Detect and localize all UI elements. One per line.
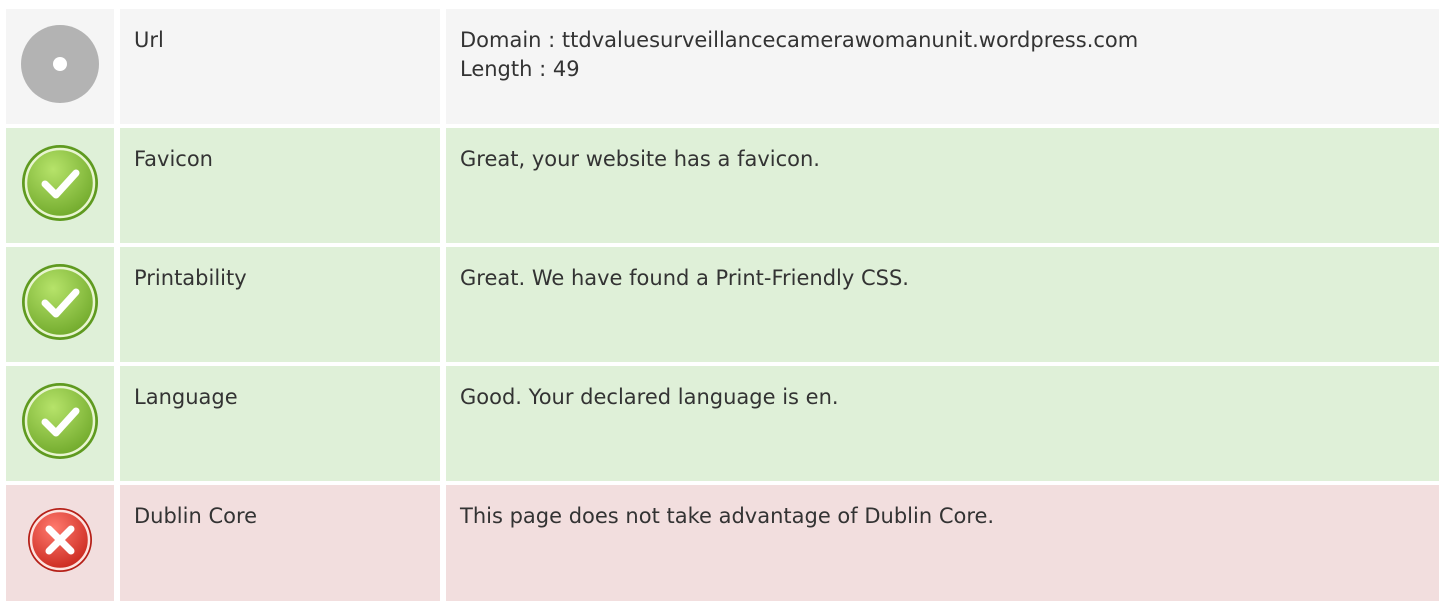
info-neutral-icon [21, 25, 99, 103]
language-message: Good. Your declared language is en. [460, 385, 839, 409]
row-value: Domain : ttdvaluesurveillancecamerawoman… [446, 9, 1439, 124]
check-circle-icon [22, 383, 98, 459]
status-icon-cell [6, 366, 114, 481]
status-icon-cell [6, 128, 114, 243]
url-domain-text: Domain : ttdvaluesurveillancecamerawoman… [460, 28, 1139, 52]
result-row-language: Language Good. Your declared language is… [6, 366, 1439, 481]
favicon-message: Great, your website has a favicon. [460, 147, 820, 171]
result-row-url: Url Domain : ttdvaluesurveillancecameraw… [6, 9, 1439, 124]
status-icon-cell [6, 247, 114, 362]
row-value: Great, your website has a favicon. [446, 128, 1439, 243]
status-icon-cell [6, 485, 114, 601]
check-circle-icon [22, 264, 98, 340]
status-icon-cell [6, 9, 114, 124]
row-value: This page does not take advantage of Dub… [446, 485, 1439, 601]
url-length-text: Length : 49 [460, 57, 580, 81]
row-label: Printability [120, 247, 440, 362]
dublin-core-message: This page does not take advantage of Dub… [460, 504, 995, 528]
seo-results-table: Url Domain : ttdvaluesurveillancecameraw… [6, 9, 1439, 601]
result-row-printability: Printability Great. We have found a Prin… [6, 247, 1439, 362]
row-value: Great. We have found a Print-Friendly CS… [446, 247, 1439, 362]
row-label: Favicon [120, 128, 440, 243]
row-label: Url [120, 9, 440, 124]
row-label: Language [120, 366, 440, 481]
check-circle-icon [22, 145, 98, 221]
row-label: Dublin Core [120, 485, 440, 601]
error-x-circle-icon [28, 508, 92, 572]
printability-message: Great. We have found a Print-Friendly CS… [460, 266, 909, 290]
row-value: Good. Your declared language is en. [446, 366, 1439, 481]
result-row-favicon: Favicon Great, your website has a favico… [6, 128, 1439, 243]
result-row-dublin-core: Dublin Core This page does not take adva… [6, 485, 1439, 601]
